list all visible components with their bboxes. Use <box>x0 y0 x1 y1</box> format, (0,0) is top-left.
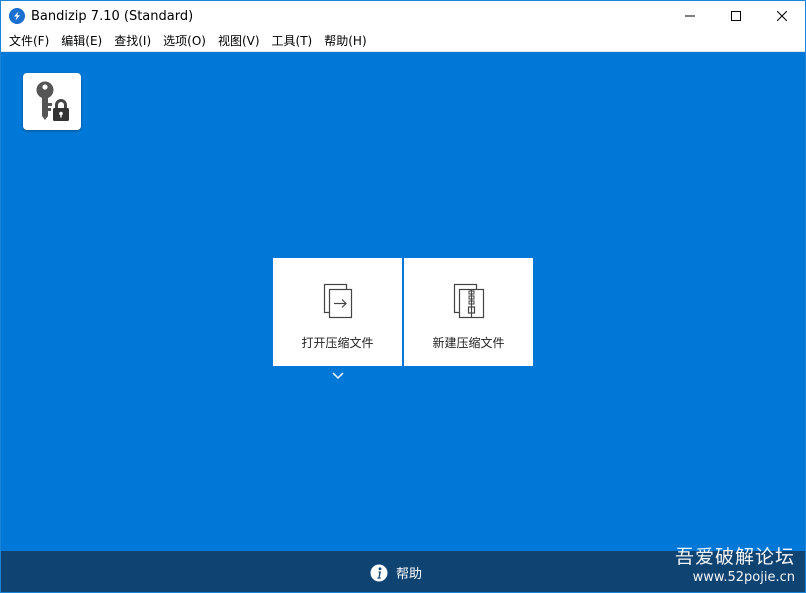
menu-tools[interactable]: 工具(T) <box>266 31 319 51</box>
help-button[interactable]: 帮助 <box>370 563 422 582</box>
open-archive-icon <box>323 283 352 319</box>
watermark-url: www.52pojie.cn <box>692 570 795 585</box>
new-archive-icon <box>453 283 484 319</box>
maximize-icon <box>731 11 741 21</box>
menu-file[interactable]: 文件(F) <box>3 31 55 51</box>
maximize-button[interactable] <box>713 1 759 31</box>
menu-edit[interactable]: 编辑(E) <box>55 31 108 51</box>
open-archive-label: 打开压缩文件 <box>301 336 374 350</box>
new-archive-button[interactable]: 新建压缩文件 <box>404 258 533 366</box>
close-icon <box>777 11 787 21</box>
window-title: Bandizip 7.10 (Standard) <box>31 8 194 24</box>
watermark-title: 吾爱破解论坛 <box>674 546 795 568</box>
menu-help[interactable]: 帮助(H) <box>318 31 372 51</box>
menu-bar: 文件(F) 编辑(E) 查找(I) 选项(O) 视图(V) 工具(T) 帮助(H… <box>1 31 805 52</box>
password-manager-button[interactable] <box>23 73 81 130</box>
info-icon <box>370 564 388 581</box>
key-lock-icon <box>36 81 69 121</box>
minimize-icon <box>685 15 695 17</box>
bandizip-app-icon <box>9 8 25 24</box>
menu-find[interactable]: 查找(I) <box>108 31 157 51</box>
app-window: Bandizip 7.10 (Standard) 文件(F) 编辑(E) 查找(… <box>0 0 806 593</box>
menu-view[interactable]: 视图(V) <box>212 31 266 51</box>
main-area: 打开压缩文件 新建压缩文件 <box>1 52 805 551</box>
help-label: 帮助 <box>395 567 422 582</box>
title-bar[interactable]: Bandizip 7.10 (Standard) <box>1 1 805 31</box>
menu-options[interactable]: 选项(O) <box>157 31 212 51</box>
window-controls <box>667 1 805 31</box>
minimize-button[interactable] <box>667 1 713 31</box>
new-archive-label: 新建压缩文件 <box>432 336 505 350</box>
close-button[interactable] <box>759 1 805 31</box>
chevron-down-icon[interactable] <box>331 370 345 382</box>
open-archive-button[interactable]: 打开压缩文件 <box>273 258 402 366</box>
watermark: 吾爱破解论坛 www.52pojie.cn <box>675 545 795 587</box>
